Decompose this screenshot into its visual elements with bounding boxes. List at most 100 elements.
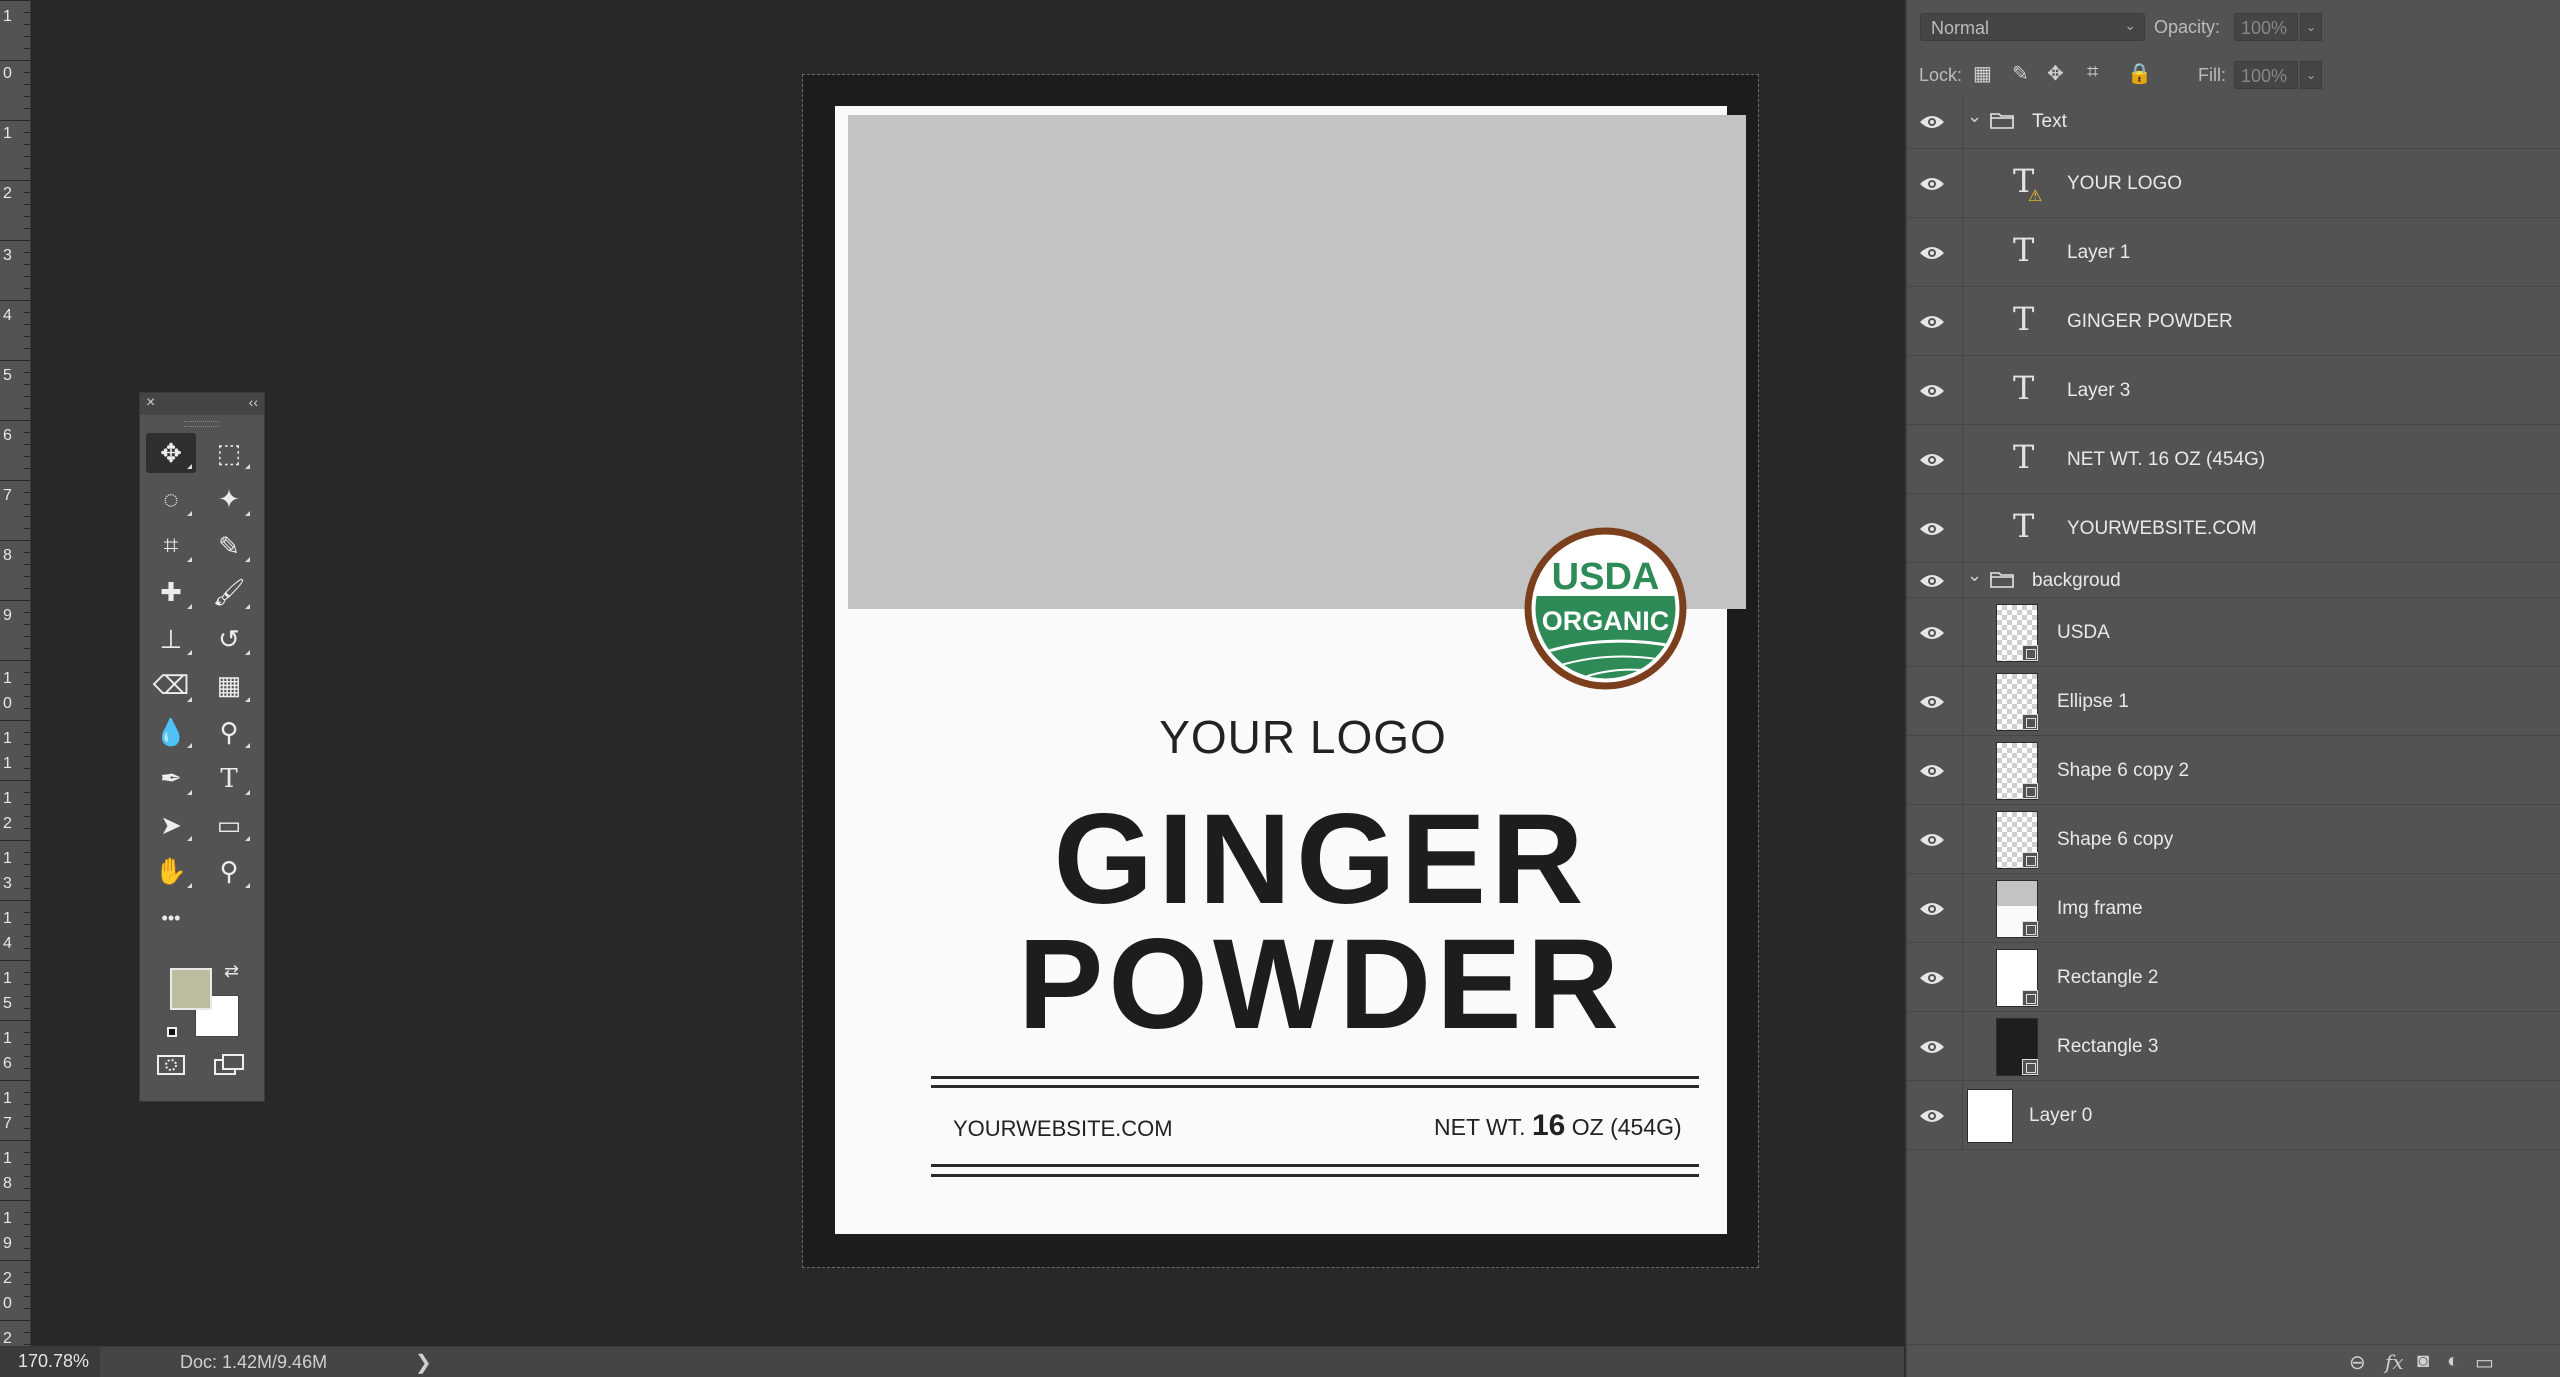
lock-all-icon[interactable]: 🔒 <box>2127 61 2152 86</box>
layer-row[interactable]: T NET WT. 16 OZ (454G) <box>1907 425 2560 494</box>
eye-icon[interactable] <box>1919 521 1945 537</box>
eye-icon[interactable] <box>1919 832 1945 848</box>
type-tool[interactable]: T <box>204 759 254 799</box>
tool-flyout-indicator <box>245 650 250 655</box>
ruler-tick <box>24 396 30 397</box>
ruler-tick <box>24 276 30 277</box>
layer-row[interactable]: T YOURWEBSITE.COM <box>1907 494 2560 563</box>
fill-dropdown-button[interactable]: ⌄ <box>2300 61 2322 89</box>
eye-icon[interactable] <box>1919 114 1945 130</box>
layer-row[interactable]: T Layer 1 <box>1907 218 2560 287</box>
tool-flyout-indicator <box>187 464 192 469</box>
eye-icon[interactable] <box>1919 573 1945 589</box>
move-tool[interactable]: ✥ <box>146 433 196 473</box>
divider <box>1962 494 1963 562</box>
eye-icon[interactable] <box>1919 383 1945 399</box>
ruler-tick <box>24 552 30 553</box>
history-brush-tool[interactable]: ↺ <box>204 619 254 659</box>
lasso-tool[interactable]: ◌ <box>146 480 196 520</box>
add-mask-icon[interactable]: ◙ <box>2417 1350 2429 1373</box>
layers-panel[interactable]: Normal ⌄ Opacity: 100% ⌄ Lock: ▦ ✎ ✥ ⌗ 🔒… <box>1905 0 2560 1377</box>
eye-icon[interactable] <box>1919 1039 1945 1055</box>
eye-icon[interactable] <box>1919 452 1945 468</box>
layer-row[interactable]: Shape 6 copy 2 <box>1907 736 2560 805</box>
divider-line <box>931 1164 1699 1167</box>
eye-icon[interactable] <box>1919 901 1945 917</box>
gradient-tool[interactable]: ▦ <box>204 666 254 706</box>
eye-icon[interactable] <box>1919 314 1945 330</box>
panel-grip-handle[interactable] <box>184 421 220 427</box>
blend-mode-select[interactable]: Normal ⌄ <box>1920 13 2145 41</box>
fill-field[interactable]: 100% <box>2234 61 2298 89</box>
magic-wand-tool[interactable]: ✦ <box>204 480 254 520</box>
tools-panel[interactable]: × ‹‹ ⇄ ✥ ⬚ ◌ ✦ ⌗ ✎ ✚ 🖌 ⊥ ↺ ⌫ ▦ 💧 ⚲ ✒ T ➤ ▭ ✋ ⚲ ••• <box>139 392 265 1102</box>
more-tools[interactable]: ••• <box>146 898 196 938</box>
dodge-tool[interactable]: ⚲ <box>204 712 254 752</box>
ruler-tick <box>24 744 30 745</box>
layer-row[interactable]: T GINGER POWDER <box>1907 287 2560 356</box>
layer-row[interactable]: Rectangle 3 <box>1907 1012 2560 1081</box>
quick-mask-button[interactable] <box>146 1045 196 1085</box>
chevron-down-icon[interactable]: ⌄ <box>1967 565 1982 586</box>
path-selection-tool[interactable]: ➤ <box>146 805 196 845</box>
fx-icon[interactable]: fx <box>2385 1350 2404 1374</box>
blend-mode-value: Normal <box>1931 18 1990 38</box>
hand-tool[interactable]: ✋ <box>146 852 196 892</box>
eye-icon[interactable] <box>1919 694 1945 710</box>
link-layers-icon[interactable]: ⊖ <box>2349 1350 2366 1375</box>
eye-icon[interactable] <box>1919 625 1945 641</box>
brush-tool[interactable]: 🖌 <box>204 573 254 613</box>
rectangular-marquee-tool[interactable]: ⬚ <box>204 433 254 473</box>
new-group-icon[interactable]: ▭ <box>2475 1350 2494 1375</box>
layer-row[interactable]: Layer 0 <box>1907 1081 2560 1150</box>
screen-mode-button[interactable] <box>204 1045 254 1085</box>
path-selection-icon: ➤ <box>160 809 182 840</box>
eyedropper-tool[interactable]: ✎ <box>204 526 254 566</box>
pen-tool[interactable]: ✒ <box>146 759 196 799</box>
clone-stamp-tool[interactable]: ⊥ <box>146 619 196 659</box>
eye-icon[interactable] <box>1919 970 1945 986</box>
crop-tool[interactable]: ⌗ <box>146 526 196 566</box>
layer-row[interactable]: T ⚠ YOUR LOGO <box>1907 149 2560 218</box>
layer-row[interactable]: Rectangle 2 <box>1907 943 2560 1012</box>
lock-image-pixels-icon[interactable]: ✎ <box>2012 61 2029 86</box>
opacity-field[interactable]: 100% <box>2234 13 2298 41</box>
eye-icon[interactable] <box>1919 1108 1945 1124</box>
divider <box>1962 1012 1963 1080</box>
healing-brush-tool[interactable]: ✚ <box>146 573 196 613</box>
tools-panel-header[interactable]: × ‹‹ <box>140 393 264 415</box>
layer-row[interactable]: ⌄ backgroud <box>1907 563 2560 598</box>
layer-row[interactable]: USDA <box>1907 598 2560 667</box>
eraser-tool[interactable]: ⌫ <box>146 666 196 706</box>
canvas-area[interactable]: USDA ORGANIC YOUR LOGO GINGER POWDER YOU… <box>31 0 1904 1346</box>
vertical-ruler[interactable]: 1012345678910111213141516171819202 <box>0 0 31 1346</box>
lock-artboard-icon[interactable]: ⌗ <box>2087 61 2098 84</box>
eye-icon[interactable] <box>1919 176 1945 192</box>
close-icon[interactable]: × <box>146 394 155 412</box>
swap-colors-icon[interactable]: ⇄ <box>224 961 239 982</box>
foreground-color-swatch[interactable] <box>170 968 212 1010</box>
default-colors-icon[interactable] <box>167 1027 177 1037</box>
layer-row[interactable]: Ellipse 1 <box>1907 667 2560 736</box>
zoom-tool[interactable]: ⚲ <box>204 852 254 892</box>
eye-icon[interactable] <box>1919 763 1945 779</box>
status-menu-arrow[interactable]: ❯ <box>415 1350 432 1375</box>
layer-row[interactable]: Shape 6 copy <box>1907 805 2560 874</box>
blur-tool[interactable]: 💧 <box>146 712 196 752</box>
ruler-tick <box>0 1080 30 1081</box>
divider <box>1962 95 1963 148</box>
chevron-down-icon[interactable]: ⌄ <box>1967 106 1982 127</box>
zoom-level-field[interactable]: 170.78% <box>0 1347 100 1377</box>
ruler-label: 0 <box>3 1295 12 1312</box>
lock-transparency-icon[interactable]: ▦ <box>1973 61 1992 86</box>
collapse-icon[interactable]: ‹‹ <box>249 394 258 410</box>
layer-row[interactable]: Img frame <box>1907 874 2560 943</box>
divider <box>1962 598 1963 666</box>
layer-row[interactable]: T Layer 3 <box>1907 356 2560 425</box>
rectangle-tool[interactable]: ▭ <box>204 805 254 845</box>
eye-icon[interactable] <box>1919 245 1945 261</box>
opacity-dropdown-button[interactable]: ⌄ <box>2300 13 2322 41</box>
layer-row[interactable]: ⌄ Text <box>1907 95 2560 149</box>
adjustment-layer-icon[interactable]: ◐ <box>2447 1350 2459 1373</box>
lock-position-icon[interactable]: ✥ <box>2047 61 2064 86</box>
